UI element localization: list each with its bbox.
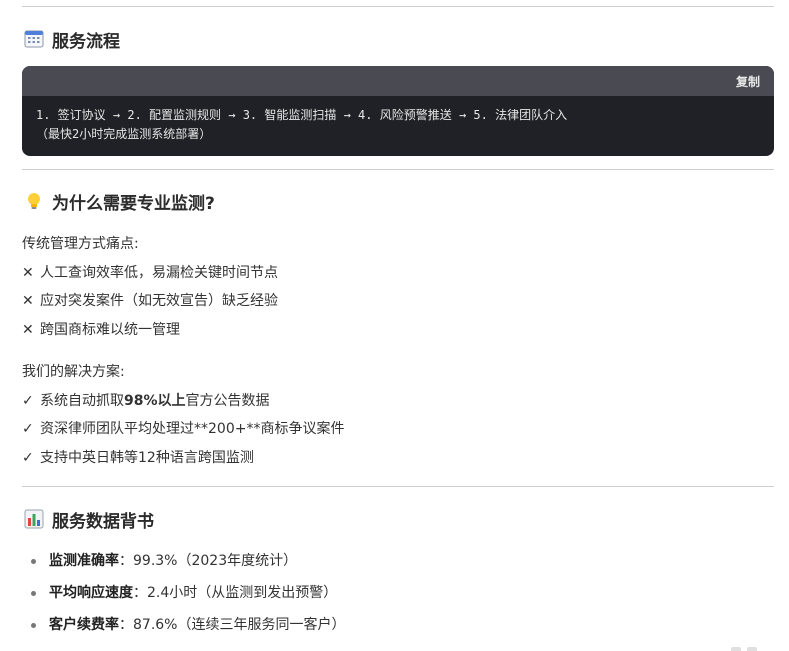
solution-title: 我们的解决方案:	[22, 364, 125, 380]
code-line: 1. 签订协议 → 2. 配置监测规则 → 3. 智能监测扫描 → 4. 风险预…	[36, 108, 568, 122]
list-item: 平均响应速度：2.4小时（从监测到发出预警）	[22, 577, 774, 609]
code-block-header: 复制	[22, 66, 774, 96]
list-item: ✕ 跨国商标难以统一管理	[22, 316, 278, 345]
check-icon: ✓	[22, 449, 34, 466]
why-title: 为什么需要专业监测?	[52, 193, 215, 214]
code-block: 复制 1. 签订协议 → 2. 配置监测规则 → 3. 智能监测扫描 → 4. …	[22, 66, 774, 156]
check-icon: ✓	[22, 392, 34, 409]
bar-chart-icon	[24, 509, 44, 529]
scroll-hint	[731, 647, 757, 651]
process-title: 服务流程	[52, 31, 120, 52]
cross-icon: ✕	[22, 293, 34, 309]
divider	[22, 486, 774, 487]
why-heading: 为什么需要专业监测?	[24, 189, 215, 214]
stats-heading: 服务数据背书	[24, 507, 154, 532]
copy-button[interactable]: 复制	[736, 73, 760, 90]
cross-icon: ✕	[22, 321, 34, 338]
list-item: 客户续费率：87.6%（连续三年服务同一客户）	[22, 609, 774, 641]
list-item: ✓ 系统自动抓取98%以上官方公告数据	[22, 387, 344, 416]
process-heading: 服务流程	[24, 27, 120, 52]
solutions: 我们的解决方案: ✓ 系统自动抓取98%以上官方公告数据 ✓ 资深律师团队平均处理过…	[22, 358, 344, 472]
pain-title: 传统管理方式痛点:	[22, 236, 139, 252]
code-line: （最快2小时完成监测系统部署）	[36, 127, 212, 141]
list-item: ✓ 资深律师团队平均处理过**200+**商标争议案件	[22, 415, 344, 444]
highlight: 98%以上	[124, 392, 186, 409]
check-icon: ✓	[22, 421, 34, 437]
cross-icon: ✕	[22, 264, 34, 281]
code-block-content: 1. 签订协议 → 2. 配置监测规则 → 3. 智能监测扫描 → 4. 风险预…	[22, 96, 774, 144]
list-item: ✓ 支持中英日韩等12种语言跨国监测	[22, 444, 344, 473]
lightbulb-icon	[28, 193, 40, 209]
pain-points: 传统管理方式痛点: ✕ 人工查询效率低，易漏检关键时间节点 ✕ 应对突发案件（如无效…	[22, 230, 278, 344]
divider	[22, 6, 774, 7]
list-item: ✕ 应对突发案件（如无效宣告）缺乏经验	[22, 287, 278, 316]
divider	[22, 169, 774, 170]
list-item: ✕ 人工查询效率低，易漏检关键时间节点	[22, 259, 278, 288]
calendar-icon	[24, 30, 44, 48]
stats-title: 服务数据背书	[52, 511, 154, 532]
list-item: 监测准确率：99.3%（2023年度统计）	[22, 545, 774, 577]
stats-list: 监测准确率：99.3%（2023年度统计） 平均响应速度：2.4小时（从监测到发…	[22, 545, 774, 641]
